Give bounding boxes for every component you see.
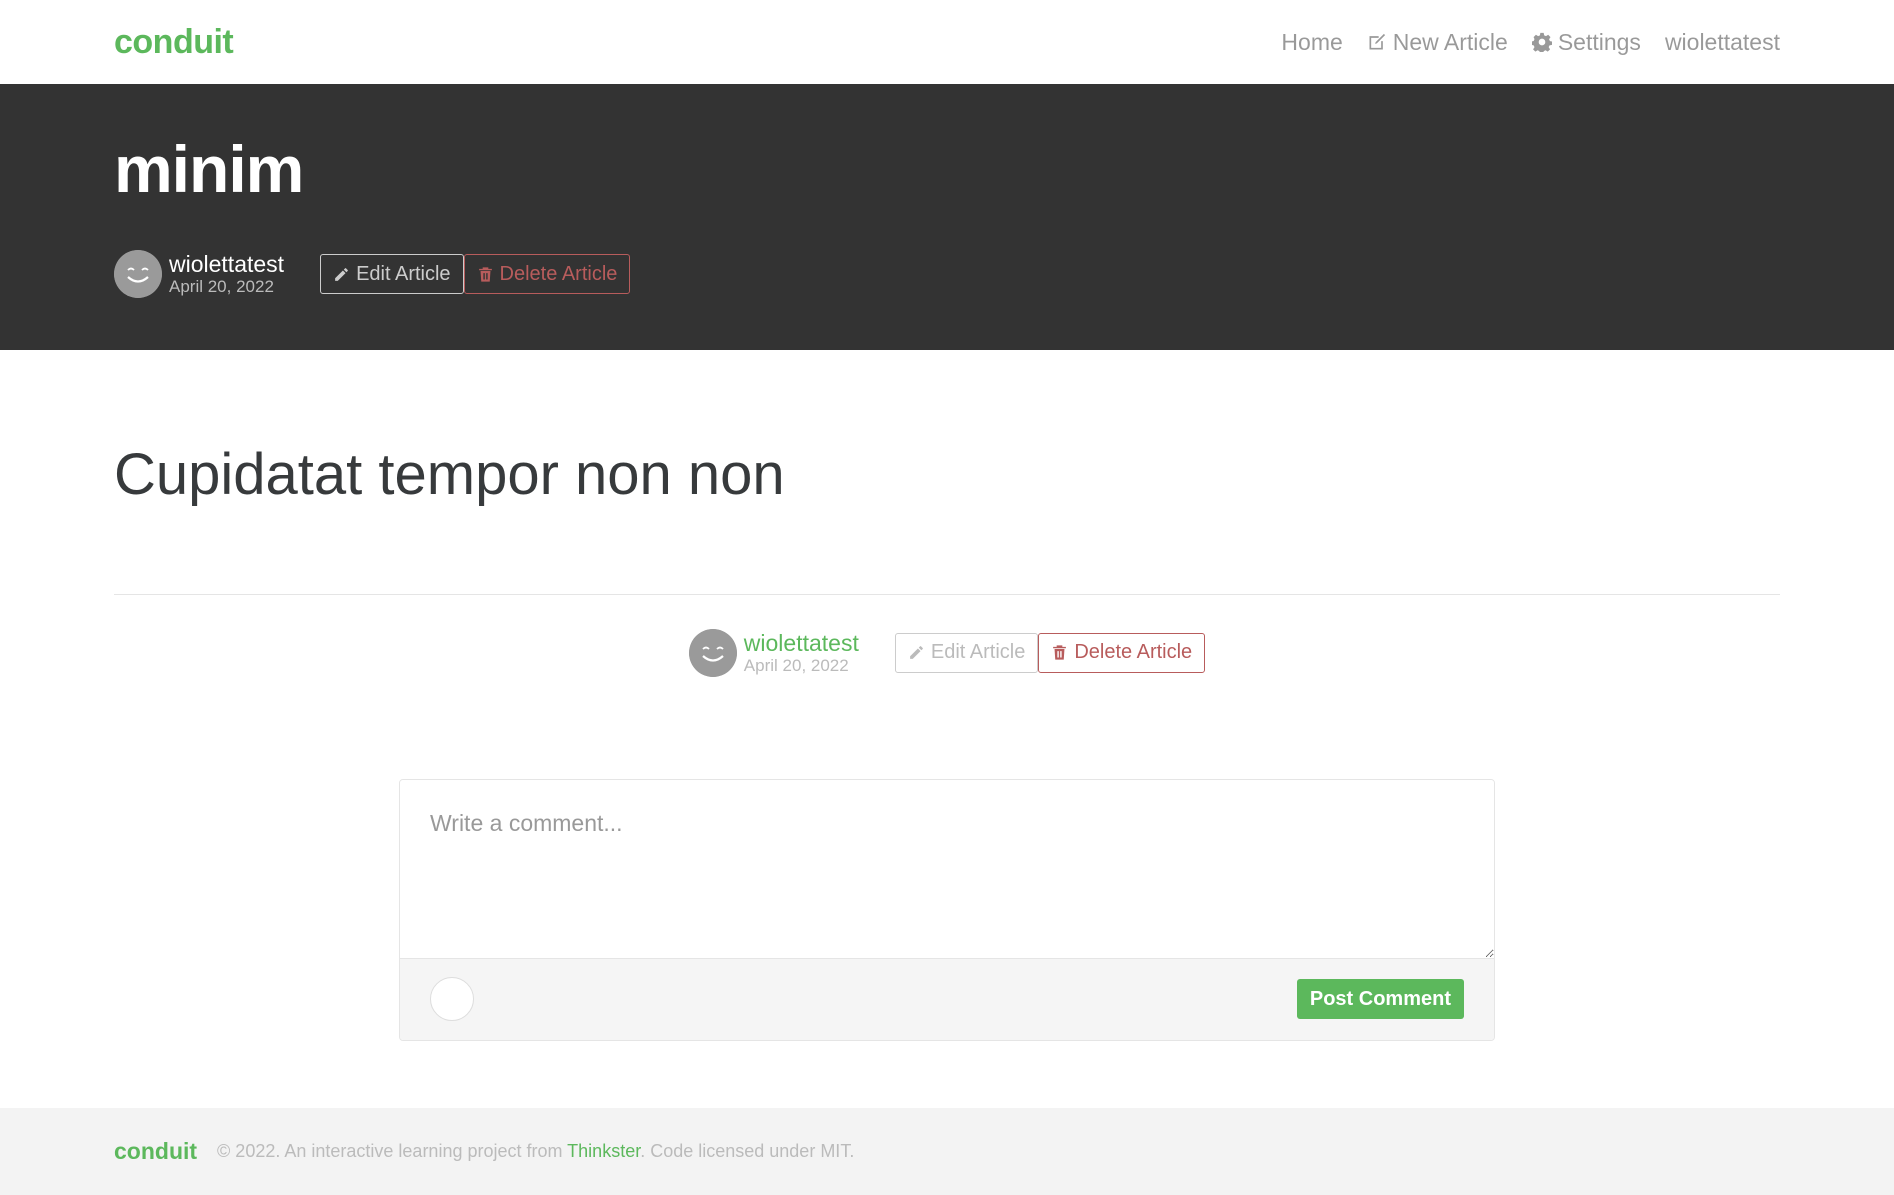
article-body-text: Cupidatat tempor non non — [114, 442, 785, 507]
article-meta-top: wiolettatest April 20, 2022 Edit Article… — [114, 250, 1780, 298]
footer-suffix: . Code licensed under MIT. — [640, 1141, 855, 1161]
edit-article-button[interactable]: Edit Article — [894, 632, 1039, 673]
footer-brand[interactable]: conduit — [114, 1138, 197, 1165]
footer-prefix: © 2022. An interactive learning project … — [217, 1141, 568, 1161]
footer-attribution: © 2022. An interactive learning project … — [217, 1141, 854, 1162]
nav-home[interactable]: Home — [1281, 29, 1342, 56]
article-body: Cupidatat tempor non non — [114, 350, 1780, 510]
comment-form-footer: Post Comment — [400, 957, 1494, 1040]
trash-icon — [1053, 645, 1067, 660]
footer: conduit © 2022. An interactive learning … — [0, 1108, 1894, 1195]
article-banner: minim wiolettatest April 20, 2022 Edit A… — [0, 84, 1894, 350]
nav-profile-label: wiolettatest — [1664, 28, 1780, 55]
comment-form: Post Comment — [399, 778, 1495, 1041]
delete-article-button[interactable]: Delete Article — [1038, 632, 1206, 673]
article-title: minim — [114, 132, 304, 206]
thinkster-link[interactable]: Thinkster — [567, 1141, 640, 1161]
delete-article-label: Delete Article — [1074, 641, 1193, 664]
article-page: Cupidatat tempor non non wiolettatest Ap… — [114, 350, 1780, 1041]
nav-new-article-label: New Article — [1392, 28, 1508, 55]
compose-icon — [1369, 33, 1385, 50]
comment-author-avatar — [430, 977, 474, 1022]
article-actions: wiolettatest April 20, 2022 Edit Article… — [114, 628, 1780, 677]
delete-article-label: Delete Article — [499, 262, 618, 285]
author-avatar[interactable] — [114, 250, 162, 298]
pencil-icon — [335, 267, 348, 281]
divider — [114, 593, 1780, 595]
comment-input[interactable] — [400, 779, 1494, 958]
nav-new-article[interactable]: New Article — [1367, 29, 1508, 56]
pencil-icon — [909, 646, 923, 659]
author-name[interactable]: wiolettatest — [169, 251, 284, 277]
post-comment-button[interactable]: Post Comment — [1296, 979, 1464, 1020]
article-date: April 20, 2022 — [743, 656, 849, 676]
nav-settings[interactable]: Settings — [1531, 28, 1641, 56]
delete-article-button[interactable]: Delete Article — [463, 254, 631, 294]
article-meta-bottom: wiolettatest April 20, 2022 Edit Article… — [688, 628, 1206, 677]
nav-links: Home New Article Settings wiolettatest — [1281, 29, 1780, 56]
gear-icon — [1531, 32, 1552, 52]
nav-settings-label: Settings — [1557, 28, 1641, 55]
article-date: April 20, 2022 — [169, 277, 274, 297]
author-info: wiolettatest April 20, 2022 — [744, 630, 859, 676]
nav-profile[interactable]: wiolettatest — [1665, 29, 1780, 56]
author-avatar[interactable] — [688, 628, 737, 677]
edit-article-button[interactable]: Edit Article — [320, 254, 464, 294]
nav-home-label: Home — [1281, 28, 1343, 55]
author-info: wiolettatest April 20, 2022 — [169, 251, 284, 297]
author-name[interactable]: wiolettatest — [744, 630, 859, 656]
navbar: conduit Home New Article Settings wiolet… — [0, 0, 1894, 84]
edit-article-label: Edit Article — [356, 262, 451, 285]
edit-article-label: Edit Article — [930, 641, 1026, 664]
brand-logo[interactable]: conduit — [114, 23, 234, 62]
trash-icon — [478, 266, 492, 282]
